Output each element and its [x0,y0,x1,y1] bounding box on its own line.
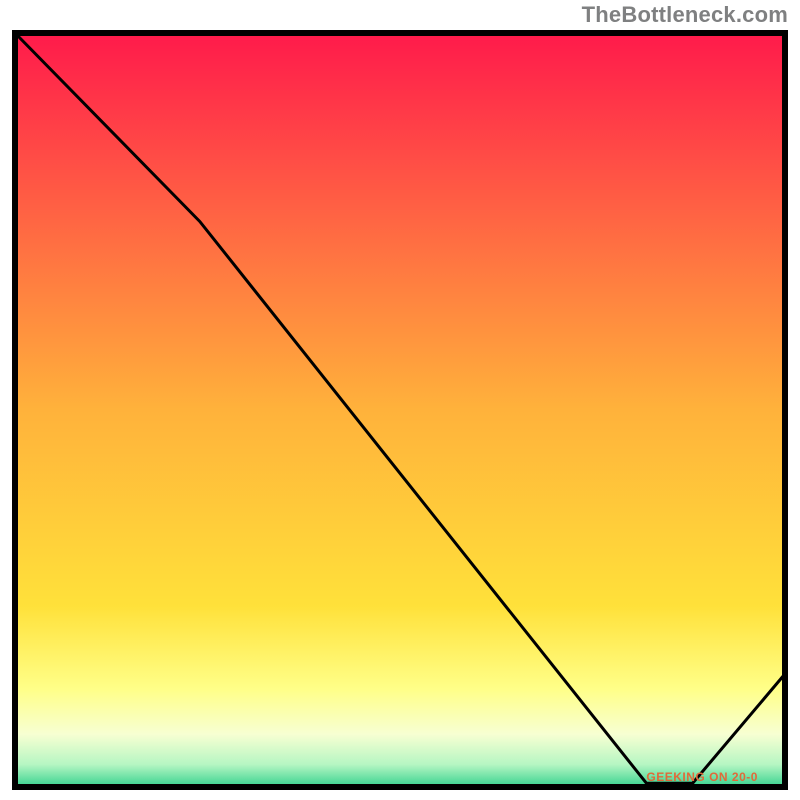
chart-svg: GEEKING ON 20-0 [12,30,788,790]
chart-container: TheBottleneck.com GEEKING ON 20-0 [0,0,800,800]
chart-background [15,33,785,787]
annotation-label: GEEKING ON 20-0 [646,770,758,784]
plot-area: GEEKING ON 20-0 [12,30,788,790]
watermark-text: TheBottleneck.com [582,2,788,28]
